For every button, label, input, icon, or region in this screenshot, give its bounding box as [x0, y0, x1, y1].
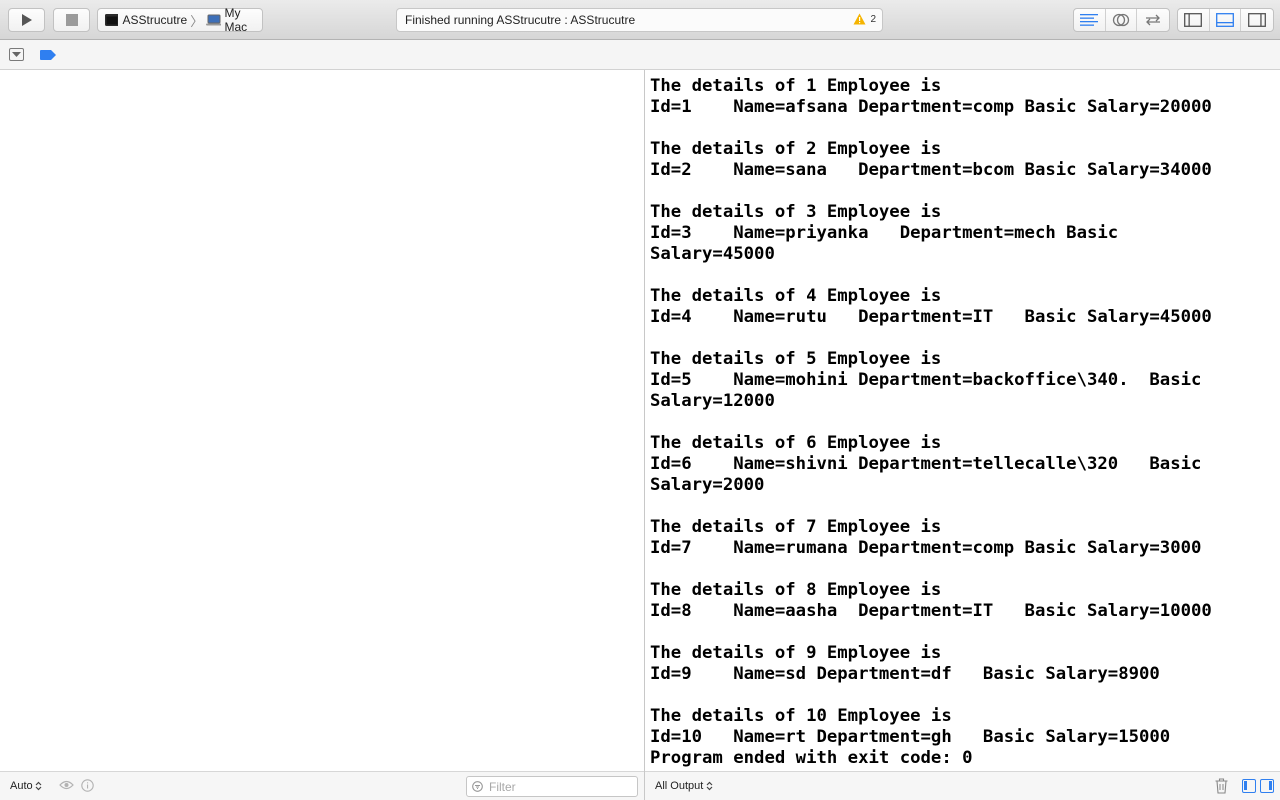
run-button[interactable]: [8, 8, 45, 32]
output-select-label: All Output: [655, 780, 704, 792]
console-line: Salary=45000: [650, 244, 775, 264]
console-output[interactable]: The details of 1 Employee is Id=1 Name=a…: [645, 70, 1280, 771]
scheme-separator: 〉: [190, 13, 204, 29]
terminal-app-icon: [105, 14, 118, 26]
standard-editor-button[interactable]: [1074, 9, 1106, 31]
version-editor-button[interactable]: [1137, 9, 1169, 31]
console-line: The details of 7 Employee is: [650, 517, 942, 537]
console-line: Id=7 Name=rumana Department=comp Basic S…: [650, 538, 1202, 558]
debug-bar: [0, 40, 1280, 70]
console-line: The details of 6 Employee is: [650, 433, 942, 453]
version-editor-icon: [1146, 14, 1161, 26]
console-line: Salary=12000: [650, 391, 775, 411]
warning-indicator[interactable]: 2: [853, 13, 876, 25]
show-variables-button[interactable]: [1242, 779, 1256, 793]
console-bottom-bar: All Output: [645, 771, 1280, 800]
console-line: Salary=2000: [650, 475, 765, 495]
console-line: Id=2 Name=sana Department=bcom Basic Sal…: [650, 160, 1212, 180]
scheme-selector[interactable]: ASStrucutre 〉 My Mac: [97, 6, 263, 34]
variables-view: [0, 70, 644, 771]
collapse-icon: [12, 51, 21, 57]
assistant-editor-button[interactable]: [1106, 9, 1138, 31]
console-line: The details of 3 Employee is: [650, 202, 942, 222]
bottom-panel-icon: [1216, 13, 1234, 27]
breakpoints-toggle-icon[interactable]: [40, 50, 56, 60]
console-line: The details of 4 Employee is: [650, 286, 942, 306]
filter-icon: [472, 781, 483, 792]
stop-button[interactable]: [53, 8, 90, 32]
variables-scope-select[interactable]: Auto: [10, 780, 42, 792]
mac-laptop-icon: [206, 14, 221, 26]
filter-input[interactable]: [487, 778, 631, 795]
console-line: Id=1 Name=afsana Department=comp Basic S…: [650, 97, 1212, 117]
updown-chevron-icon: [35, 781, 42, 791]
trash-icon[interactable]: [1215, 778, 1228, 794]
console-output-select[interactable]: All Output: [655, 780, 713, 792]
hide-debug-area-button[interactable]: [9, 48, 24, 61]
console-line: Id=9 Name=sd Department=df Basic Salary=…: [650, 664, 1160, 684]
left-panel-icon: [1184, 13, 1203, 27]
warning-icon: [853, 13, 866, 25]
info-icon[interactable]: [81, 779, 94, 792]
warning-count: 2: [870, 13, 876, 25]
standard-editor-icon: [1080, 14, 1099, 26]
console-line: The details of 8 Employee is: [650, 580, 942, 600]
console-text: The details of 1 Employee is Id=1 Name=a…: [645, 70, 1280, 769]
console-line: The details of 10 Employee is: [650, 706, 952, 726]
status-text: Finished running ASStrucutre : ASStrucut…: [405, 13, 636, 27]
console-line: Id=6 Name=shivni Department=tellecalle\3…: [650, 454, 1202, 474]
console-line: The details of 5 Employee is: [650, 349, 942, 369]
console-line: Program ended with exit code: 0: [650, 748, 973, 768]
eye-icon[interactable]: [59, 780, 74, 790]
updown-chevron-icon: [706, 781, 713, 791]
console-line: Id=4 Name=rutu Department=IT Basic Salar…: [650, 307, 1212, 327]
variables-bottom-bar: Auto: [0, 771, 644, 800]
console-line: The details of 2 Employee is: [650, 139, 942, 159]
debug-area-toggle-button[interactable]: [1210, 9, 1242, 31]
left-pane-icon: [1244, 781, 1247, 790]
console-line: The details of 1 Employee is: [650, 76, 942, 96]
editor-mode-segment: [1073, 8, 1170, 32]
right-panel-icon: [1248, 13, 1267, 27]
stop-icon: [65, 14, 78, 26]
console-line: Id=5 Name=mohini Department=backoffice\3…: [650, 370, 1202, 390]
scheme-destination-label: My Mac: [224, 6, 248, 34]
console-line: Id=8 Name=aasha Department=IT Basic Sala…: [650, 601, 1212, 621]
scheme-project-label: ASStrucutre: [122, 13, 188, 27]
window-toolbar: ASStrucutre 〉 My Mac Finished running AS…: [0, 0, 1280, 40]
navigator-toggle-button[interactable]: [1178, 9, 1210, 31]
view-toggle-segment: [1177, 8, 1274, 32]
utilities-toggle-button[interactable]: [1241, 9, 1273, 31]
variables-scope-label: Auto: [10, 780, 33, 792]
variables-filter-field[interactable]: [466, 776, 638, 797]
console-line: The details of 9 Employee is: [650, 643, 942, 663]
play-icon: [21, 14, 32, 26]
show-console-button[interactable]: [1260, 779, 1274, 793]
assistant-editor-icon: [1112, 13, 1130, 27]
console-line: Id=3 Name=priyanka Department=mech Basic: [650, 223, 1119, 243]
right-pane-icon: [1269, 781, 1272, 790]
activity-status-field: Finished running ASStrucutre : ASStrucut…: [396, 8, 883, 32]
console-line: Id=10 Name=rt Department=gh Basic Salary…: [650, 727, 1171, 747]
